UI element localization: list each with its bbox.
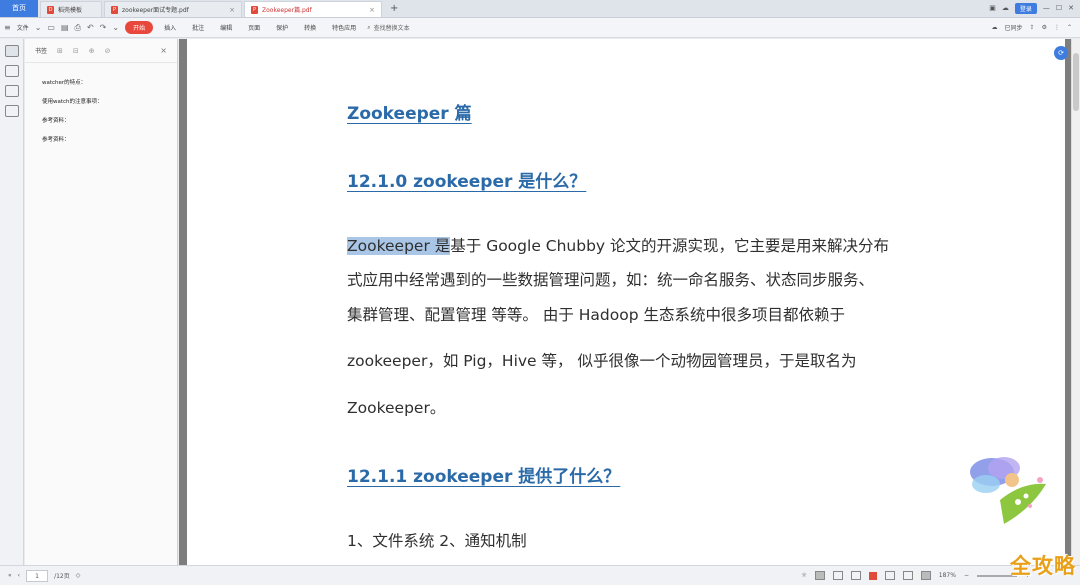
chevron-down-icon[interactable]: ⌄: [35, 23, 42, 32]
tab-page[interactable]: 页面: [243, 23, 265, 32]
chevron-down-icon[interactable]: ⌄: [112, 23, 119, 32]
selected-text[interactable]: Zookeeper 是: [347, 237, 451, 255]
search-placeholder: 查找替换文本: [373, 25, 410, 32]
expand-icon[interactable]: ⊞: [57, 47, 63, 55]
zoom-out-icon[interactable]: −: [964, 572, 969, 579]
bookmark-panel: 书签 ⊞ ⊟ ⊕ ⊘ × watcher的特点： 使用watch的注意事项： 参…: [25, 39, 178, 565]
tab-label: 稻壳模板: [58, 7, 83, 14]
cloud-icon[interactable]: ☁: [1002, 4, 1009, 12]
start-tab[interactable]: 开始: [125, 21, 154, 34]
tab-features[interactable]: 特色应用: [327, 23, 361, 32]
search-icon: ⌕: [367, 23, 371, 31]
minimize-icon[interactable]: —: [1043, 4, 1050, 12]
search-input[interactable]: ⌕ 查找替换文本: [367, 23, 410, 33]
tab-template[interactable]: D 稻壳模板: [40, 1, 102, 17]
open-icon[interactable]: ▭: [47, 23, 55, 32]
tab-label: Zookeeper篇.pdf: [262, 7, 312, 14]
pdf-icon: P: [111, 5, 118, 14]
cloud-sync-icon[interactable]: ⟳: [1054, 46, 1068, 60]
add-bookmark-icon[interactable]: ⊕: [89, 47, 95, 55]
close-icon[interactable]: ×: [160, 46, 167, 55]
status-bar: « ‹ 1 /12页 ◇ ☼ 187% − +: [0, 565, 1080, 585]
left-rail: [0, 39, 24, 565]
file-menu[interactable]: 文件: [17, 23, 29, 32]
paragraph-line: 式应用中经常遇到的一些数据管理问题，如：统一命名服务、状态同步服务、: [347, 271, 875, 289]
double-page-view-icon[interactable]: [832, 571, 843, 580]
layout-icon[interactable]: ▣: [989, 4, 996, 12]
tab-edit[interactable]: 编辑: [215, 23, 237, 32]
bookmark-item[interactable]: watcher的特点：: [25, 73, 177, 92]
undo-icon[interactable]: ↶: [87, 23, 94, 32]
tab-label: zookeeper面试专题.pdf: [122, 7, 189, 14]
close-icon[interactable]: ×: [369, 6, 375, 14]
vertical-scrollbar[interactable]: [1071, 39, 1080, 565]
paragraph-line: Zookeeper 是基于 Google Chubby 论文的开源实现，它主要是…: [347, 234, 889, 256]
single-page-view-icon[interactable]: [814, 571, 825, 580]
fairy-decoration-icon: [970, 457, 1046, 524]
menu-icon[interactable]: ≡: [4, 23, 11, 32]
bookmark-item[interactable]: 参考资料：: [25, 111, 177, 130]
redo-icon[interactable]: ↷: [100, 23, 107, 32]
paragraph-line: Zookeeper。: [347, 399, 446, 417]
scrollbar-thumb[interactable]: [1073, 53, 1079, 111]
watermark: 全攻略: [1010, 554, 1076, 578]
list-item: 1、文件系统 2、通知机制: [347, 532, 527, 550]
tab-convert[interactable]: 转换: [299, 23, 321, 32]
prev-page-icon[interactable]: ‹: [18, 572, 20, 579]
sync-status[interactable]: 已同步: [1005, 23, 1023, 32]
heading-provides: 12.1.1 zookeeper 提供了什么？: [347, 467, 621, 487]
tab-protect[interactable]: 保护: [271, 23, 293, 32]
book-view-icon[interactable]: [850, 571, 861, 580]
paragraph-line: 集群管理、配置管理 等等。 由于 Hadoop 生态系统中很多项目都依赖于: [347, 306, 846, 324]
maximize-icon[interactable]: ☐: [1056, 4, 1062, 12]
eye-protection-icon[interactable]: ☼: [801, 572, 806, 579]
attachment-icon[interactable]: [4, 105, 19, 117]
window-controls: ▣ ☁ 登录 — ☐ ✕: [989, 0, 1080, 17]
sync-icon[interactable]: ☁: [992, 24, 998, 31]
bookmark-panel-header: 书签 ⊞ ⊟ ⊕ ⊘ ×: [25, 39, 177, 63]
collapse-icon[interactable]: ⌃: [1067, 24, 1072, 31]
tab-bar: 首页 D 稻壳模板 P zookeeper面试专题.pdf × P Zookee…: [0, 0, 1080, 18]
tab-annotate[interactable]: 批注: [187, 23, 209, 32]
new-tab-button[interactable]: +: [382, 1, 406, 17]
page-number-input[interactable]: 1: [26, 569, 49, 582]
annotation-icon[interactable]: [4, 85, 19, 97]
close-window-icon[interactable]: ✕: [1068, 4, 1074, 12]
bookmark-panel-title: 书签: [35, 48, 48, 55]
close-icon[interactable]: ×: [229, 6, 235, 14]
print-icon[interactable]: ⎙: [75, 23, 81, 33]
zoom-level[interactable]: 187%: [939, 572, 956, 579]
login-button[interactable]: 登录: [1014, 2, 1037, 14]
save-icon[interactable]: ▤: [61, 23, 69, 32]
fit-width-icon[interactable]: [884, 571, 895, 580]
fit-page-icon[interactable]: [902, 571, 913, 580]
tab-zookeeper-pdf[interactable]: P Zookeeper篇.pdf ×: [244, 1, 382, 17]
next-page-icon[interactable]: ◇: [76, 572, 81, 579]
pdf-icon: P: [251, 5, 258, 14]
toolbar: ≡ 文件 ⌄ ▭ ▤ ⎙ ↶ ↷ ⌄ 开始 插入 批注 编辑 页面 保护 转换 …: [0, 18, 1080, 38]
heading-what-is: 12.1.0 zookeeper 是什么？: [347, 172, 587, 192]
template-icon: D: [47, 5, 54, 14]
fullscreen-icon[interactable]: [920, 571, 931, 580]
more-icon[interactable]: ⋮: [1054, 24, 1060, 31]
tab-insert[interactable]: 插入: [159, 23, 181, 32]
collapse-all-icon[interactable]: ⊟: [73, 47, 79, 55]
document-page[interactable]: Zookeeper 篇 12.1.0 zookeeper 是什么？ Zookee…: [187, 39, 1065, 565]
tab-interview-pdf[interactable]: P zookeeper面试专题.pdf ×: [104, 1, 242, 17]
settings-icon[interactable]: ⚙: [1042, 24, 1047, 31]
paragraph-text: 基于 Google Chubby 论文的开源实现，它主要是用来解决分布: [450, 237, 890, 255]
first-page-icon[interactable]: «: [8, 572, 12, 579]
bookmark-panel-icon[interactable]: [4, 45, 19, 57]
tab-home[interactable]: 首页: [0, 0, 38, 17]
delete-bookmark-icon[interactable]: ⊘: [105, 47, 111, 55]
share-icon[interactable]: ⇪: [1030, 24, 1035, 31]
page-total: /12页: [54, 573, 70, 580]
bookmark-item[interactable]: 参考资料：: [25, 130, 177, 149]
paragraph-line: zookeeper，如 Pig，Hive 等， 似乎很像一个动物园管理员，于是取…: [347, 352, 857, 370]
thumbnail-icon[interactable]: [4, 65, 19, 77]
play-icon[interactable]: [868, 571, 877, 580]
toolbar-right: ☁ 已同步 ⇪ ⚙ ⋮ ⌃: [992, 23, 1080, 32]
bookmark-item[interactable]: 使用watch的注意事项：: [25, 92, 177, 111]
heading-main: Zookeeper 篇: [347, 104, 472, 124]
